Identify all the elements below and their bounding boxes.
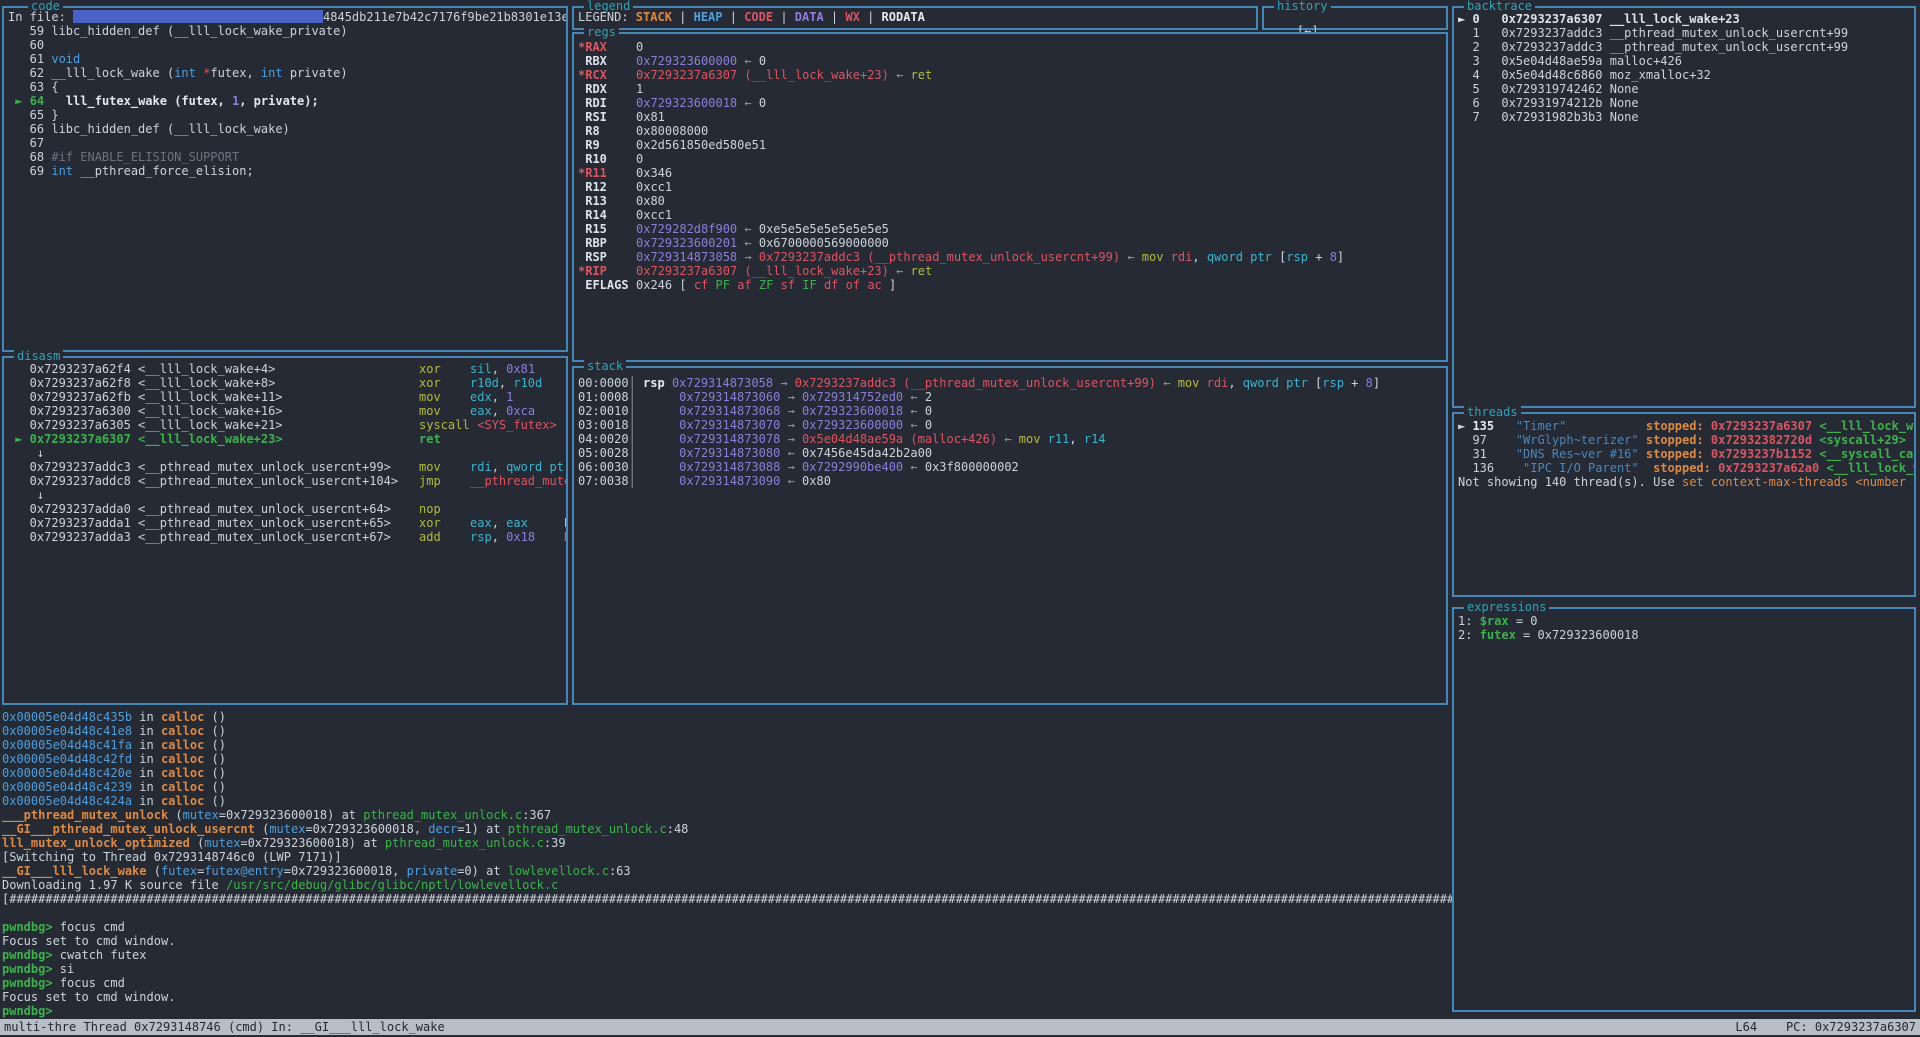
history-panel: history [←] [→] — [1262, 6, 1448, 30]
source-code-lines: In file: 4845db211e7b42c7176f9be21b8301e… — [8, 10, 566, 178]
stack-panel-title: stack — [584, 360, 626, 373]
backtrace-lines: ► 0 0x7293237a6307 __lll_lock_wake+23 1 … — [1458, 12, 1914, 124]
register-lines: *RAX0 RBX0x729323600000 ← 0*RCX0x7293237… — [578, 40, 1446, 292]
expressions-panel[interactable]: expressions 1: $rax = 02: futex = 0x7293… — [1452, 607, 1916, 1012]
legend-line: LEGEND: STACK | HEAP | CODE | DATA | WX … — [578, 10, 1256, 24]
regs-panel-title: regs — [584, 26, 619, 39]
status-bar-left: multi-thre Thread 0x7293148746 (cmd) In:… — [4, 1019, 445, 1035]
command-output[interactable]: 0x00005e04d48c435b in calloc ()0x00005e0… — [2, 710, 1452, 1018]
code-panel[interactable]: code In file: 4845db211e7b42c7176f9be21b… — [2, 6, 568, 352]
threads-panel-title: threads — [1464, 406, 1521, 419]
disassembly-lines: 0x7293237a62f4 <__lll_lock_wake+4>xorsil… — [8, 362, 566, 544]
stack-panel[interactable]: stack 00:0000│ rsp 0x729314873058 → 0x72… — [572, 366, 1448, 705]
pwndbg-terminal: { "colors": { "background": "#252a34", "… — [0, 0, 1920, 1037]
expressions-panel-title: expressions — [1464, 601, 1549, 614]
backtrace-panel[interactable]: backtrace ► 0 0x7293237a6307 __lll_lock_… — [1452, 6, 1916, 408]
status-bar: multi-thre Thread 0x7293148746 (cmd) In:… — [0, 1019, 1920, 1035]
stack-lines: 00:0000│ rsp 0x729314873058 → 0x7293237a… — [578, 376, 1446, 488]
registers-panel[interactable]: regs *RAX0 RBX0x729323600000 ← 0*RCX0x72… — [572, 32, 1448, 362]
threads-panel[interactable]: threads ► 135 "Timer" stopped: 0x7293237… — [1452, 412, 1916, 597]
thread-lines: ► 135 "Timer" stopped: 0x7293237a6307 <_… — [1458, 419, 1914, 489]
legend-panel: legend LEGEND: STACK | HEAP | CODE | DAT… — [572, 6, 1258, 30]
redacted-filename — [73, 10, 323, 23]
expression-lines: 1: $rax = 02: futex = 0x729323600018 — [1458, 614, 1914, 642]
disasm-panel[interactable]: disasm 0x7293237a62f4 <__lll_lock_wake+4… — [2, 356, 568, 705]
status-bar-right: L64 PC: 0x7293237a6307 — [1735, 1019, 1916, 1035]
